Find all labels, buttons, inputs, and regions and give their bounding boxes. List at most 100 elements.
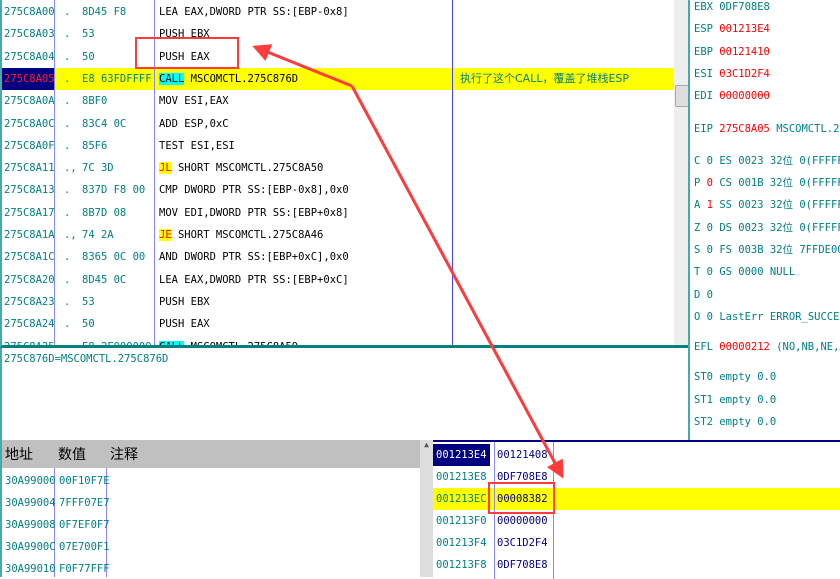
operands: EAX bbox=[190, 318, 210, 331]
eflags-label: EFL bbox=[694, 341, 713, 354]
register-name: ESI bbox=[694, 67, 713, 80]
flag-t[interactable]: T 0 GS 0000 NULL bbox=[694, 261, 795, 283]
flag-z[interactable]: Z 0 DS 0023 32位 0(FFFFFFFF) bbox=[694, 217, 840, 239]
address: 275C8A0A bbox=[4, 95, 55, 108]
hex-bytes: 8B7D 08 bbox=[82, 206, 127, 219]
address: 275C8A17 bbox=[4, 206, 55, 219]
eflags-value[interactable]: 00000212 bbox=[719, 341, 770, 353]
row-marker: . bbox=[64, 273, 71, 286]
instruction: MOV EDI,DWORD PTR SS:[EBP+0x8] bbox=[159, 202, 349, 224]
dump-row[interactable]: 30A99008 0F7EF0F7 bbox=[2, 514, 422, 536]
register-value[interactable]: 0DF708E8 bbox=[719, 1, 770, 13]
disasm-row[interactable]: 275C8A00. 8D45 F8 LEA EAX,DWORD PTR SS:[EB… bbox=[2, 1, 674, 23]
disasm-row[interactable]: 275C8A04. 50 PUSH EAX bbox=[2, 46, 674, 68]
disasm-row[interactable]: 275C8A1A., 74 2A JE SHORT MSCOMCTL.275C8A4… bbox=[2, 224, 674, 246]
segment-info: LastErr ERROR_SUCCESS bbox=[719, 310, 840, 323]
stack-address: 001213EC bbox=[436, 493, 487, 505]
header-value[interactable]: 数值 bbox=[58, 444, 86, 464]
hex-bytes: E8 63FDFFFF bbox=[82, 72, 152, 85]
flag-c[interactable]: C 0 ES 0023 32位 0(FFFFFFFF) bbox=[694, 150, 840, 172]
disasm-row[interactable]: 275C8A05. E8 63FDFFFF CALL MSCOMCTL.275C87… bbox=[2, 67, 674, 90]
header-comment[interactable]: 注释 bbox=[110, 444, 138, 464]
dump-row[interactable]: 30A9900C 07E700F1 bbox=[2, 536, 422, 558]
stack-address: 001213F8 bbox=[436, 559, 487, 571]
eflags[interactable]: EFL 00000212 (NO,NB,NE,A,NS,PO,GE,G) bbox=[694, 336, 840, 358]
stack-value: 03C1D2F4 bbox=[497, 537, 548, 549]
register-value[interactable]: 00121410 bbox=[719, 46, 770, 58]
opcode: CALL bbox=[159, 72, 185, 85]
dump-row[interactable]: 30A99000 00F10F7E bbox=[2, 470, 422, 492]
disasm-row[interactable]: 275C8A0C. 83C4 0C ADD ESP,0xC bbox=[2, 113, 674, 135]
dump-row[interactable]: 30A99004 7FFF07E7 bbox=[2, 492, 422, 514]
fpu-register[interactable]: ST2 empty 0.0 bbox=[694, 411, 776, 433]
memory-dump-pane[interactable]: 地址 数值 注释 30A99000 00F10F7E 30A99004 7FFF07E… bbox=[0, 440, 422, 577]
register-value[interactable]: 001213E4 bbox=[719, 23, 770, 35]
opcode: CALL bbox=[159, 340, 185, 345]
disasm-row[interactable]: 275C8A11., 7C 3D JL SHORT MSCOMCTL.275C8A5… bbox=[2, 157, 674, 179]
instruction: CMP DWORD PTR SS:[EBP-0x8],0x0 bbox=[159, 179, 349, 201]
opcode: LEA bbox=[159, 273, 178, 286]
register-esi[interactable]: ESI 03C1D2F4 bbox=[694, 63, 770, 85]
opcode: PUSH bbox=[159, 28, 185, 41]
address: 275C8A20 bbox=[4, 273, 55, 286]
disasm-row[interactable]: 275C8A24. 50 PUSH EAX bbox=[2, 313, 674, 335]
disasm-row[interactable]: 275C8A1C. 8365 0C 00 AND DWORD PTR SS:[EBP… bbox=[2, 246, 674, 268]
row-marker: . bbox=[64, 206, 71, 219]
disasm-row[interactable]: 275C8A0F. 85F6 TEST ESI,ESI bbox=[2, 135, 674, 157]
register-edi[interactable]: EDI 00000000 bbox=[694, 85, 770, 107]
register-esp[interactable]: ESP 001213E4 bbox=[694, 18, 770, 40]
disasm-row[interactable]: 275C8A25. E8 2F000000 CALL MSCOMCTL.275C8A… bbox=[2, 336, 674, 345]
flag-a[interactable]: A 1 SS 0023 32位 0(FFFFFFFF) bbox=[694, 194, 840, 216]
operands: ESI,EAX bbox=[184, 95, 229, 108]
disasm-row[interactable]: 275C8A03. 53 PUSH EBX bbox=[2, 23, 674, 45]
fpu-register[interactable]: ST1 empty 0.0 bbox=[694, 389, 776, 411]
column-divider bbox=[452, 0, 453, 345]
stack-pane[interactable]: 001213E4 00121408 001213E8 0DF708E8 001213EC… bbox=[433, 440, 840, 579]
disasm-row[interactable]: 275C8A17. 8B7D 08 MOV EDI,DWORD PTR SS:[EB… bbox=[2, 202, 674, 224]
instruction: CALL MSCOMCTL.275C8A59 bbox=[159, 336, 298, 345]
disassembly-pane[interactable]: 275C8A00. 8D45 F8 LEA EAX,DWORD PTR SS:[EB… bbox=[0, 0, 690, 348]
flag-value[interactable]: 0 bbox=[707, 266, 713, 278]
flag-value[interactable]: 0 bbox=[707, 222, 713, 234]
flag-value[interactable]: 0 bbox=[707, 155, 713, 167]
stack-value: 00121408 bbox=[497, 449, 548, 461]
flag-s[interactable]: S 0 FS 003B 32位 7FFDE000(FFF) bbox=[694, 239, 840, 261]
operands: ESP,0xC bbox=[184, 117, 229, 130]
disasm-row[interactable]: 275C8A13. 837D F8 00 CMP DWORD PTR SS:[EBP… bbox=[2, 179, 674, 201]
register-symbol: MSCOMCTL.275C8A05 bbox=[776, 122, 840, 135]
instruction: LEA EAX,DWORD PTR SS:[EBP+0xC] bbox=[159, 269, 349, 291]
flag-o[interactable]: O 0 LastErr ERROR_SUCCESS bbox=[694, 306, 840, 328]
register-value[interactable]: 03C1D2F4 bbox=[719, 68, 770, 80]
flag-value[interactable]: 0 bbox=[707, 289, 713, 301]
address: 275C8A00 bbox=[4, 6, 55, 18]
flag-d[interactable]: D 0 bbox=[694, 284, 713, 306]
header-address[interactable]: 地址 bbox=[5, 444, 33, 464]
register-ebx[interactable]: EBX 0DF708E8 bbox=[694, 0, 770, 18]
register-name: EIP bbox=[694, 122, 713, 135]
fpu-register[interactable]: ST0 empty 0.0 bbox=[694, 366, 776, 388]
flag-value[interactable]: 1 bbox=[707, 199, 713, 211]
disasm-row[interactable]: 275C8A0A. 8BF0 MOV ESI,EAX bbox=[2, 90, 674, 112]
row-marker: . bbox=[64, 6, 71, 18]
register-value[interactable]: 00000000 bbox=[719, 90, 770, 102]
disasm-row[interactable]: 275C8A20. 8D45 0C LEA EAX,DWORD PTR SS:[EB… bbox=[2, 269, 674, 291]
register-name: EBX bbox=[694, 1, 713, 13]
registers-pane[interactable]: EBX 0DF708E8 ESP 001213E4 EBP 00121410 ESI … bbox=[688, 0, 840, 443]
instruction: PUSH EAX bbox=[159, 46, 210, 68]
register-eip[interactable]: EIP 275C8A05 MSCOMCTL.275C8A05 bbox=[694, 118, 840, 140]
flag-value[interactable]: 0 bbox=[707, 177, 713, 189]
dump-value: 07E700F1 bbox=[59, 541, 110, 553]
register-value[interactable]: 275C8A05 bbox=[719, 123, 770, 135]
flag-value[interactable]: 0 bbox=[707, 311, 713, 323]
dump-row[interactable]: 30A99010 F0F77FFF bbox=[2, 558, 422, 577]
segment-info: FS 003B 32位 7FFDE000(FFF) bbox=[719, 244, 840, 256]
hex-bytes: 83C4 0C bbox=[82, 117, 127, 130]
disasm-row[interactable]: 275C8A23. 53 PUSH EBX bbox=[2, 291, 674, 313]
address: 275C8A23 bbox=[4, 295, 55, 308]
flag-p[interactable]: P 0 CS 001B 32位 0(FFFFFFFF) bbox=[694, 172, 840, 194]
address: 275C8A13 bbox=[4, 184, 55, 197]
address: 275C8A1A bbox=[4, 229, 55, 241]
register-ebp[interactable]: EBP 00121410 bbox=[694, 41, 770, 63]
flag-value[interactable]: 0 bbox=[707, 244, 713, 256]
dump-scrollbar[interactable]: ▲ bbox=[420, 440, 433, 577]
